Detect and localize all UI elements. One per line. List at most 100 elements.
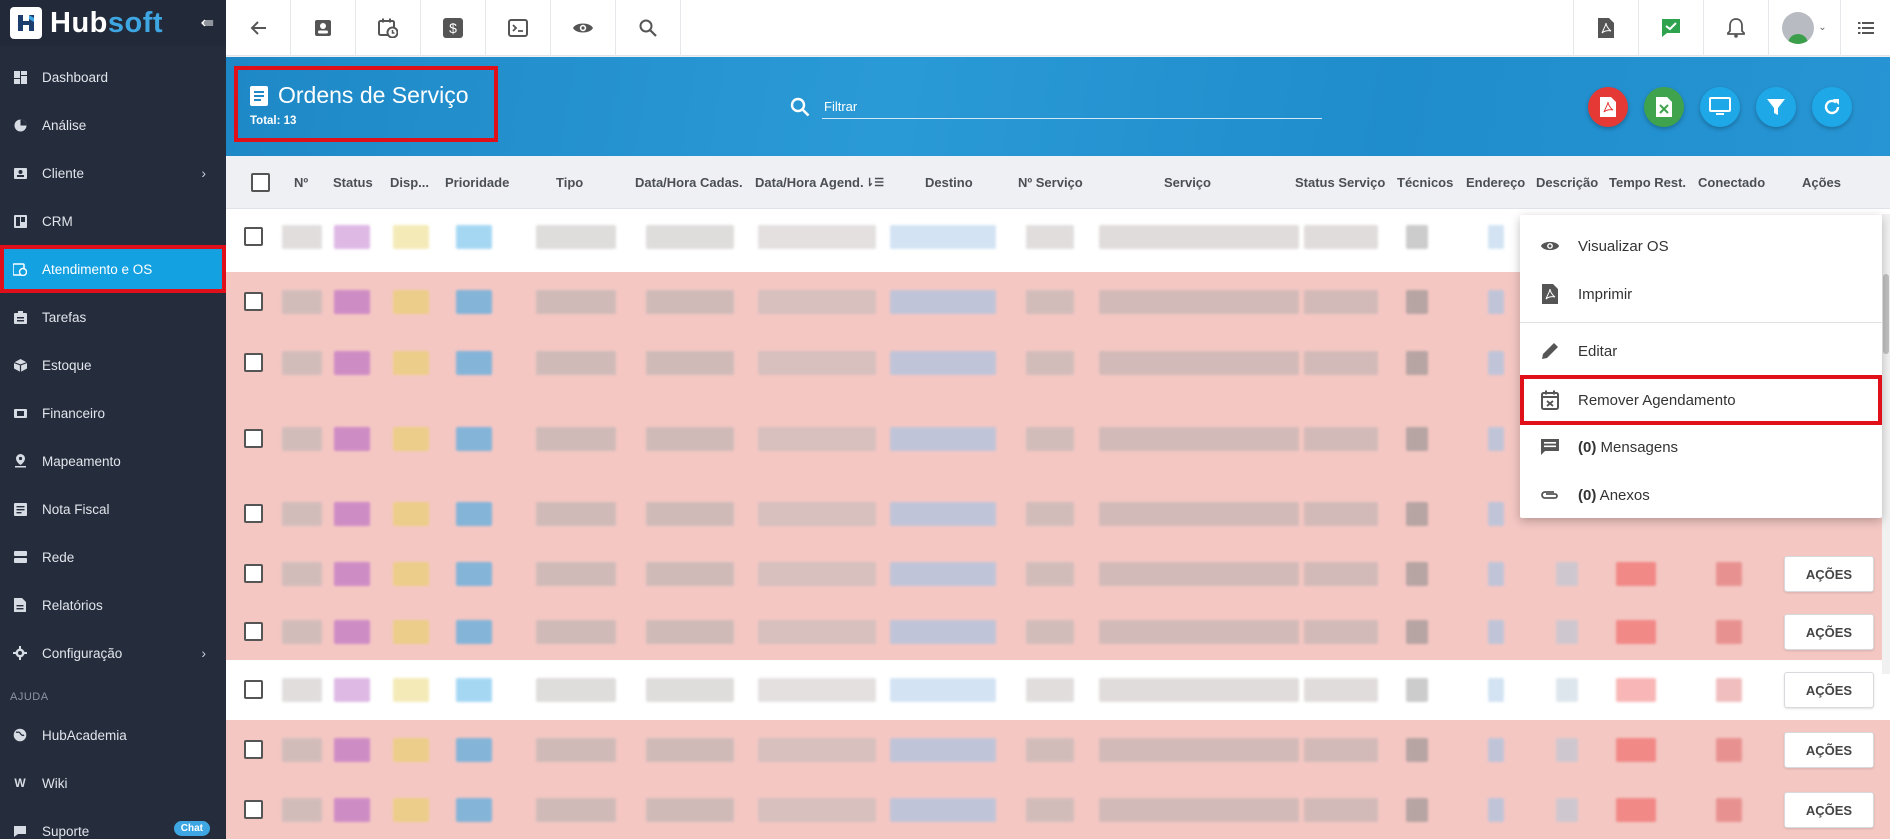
menu-item-editar[interactable]: Editar [1520, 328, 1882, 374]
row-checkbox[interactable] [244, 429, 263, 448]
app: Hubsoft ⇚ Dashboard Análise Cliente › CR… [0, 0, 1890, 839]
table-row[interactable]: AÇÕES [226, 604, 1890, 660]
display-mode-button[interactable] [1700, 87, 1740, 127]
search-icon [790, 97, 810, 117]
sidebar-item-suporte[interactable]: Suporte Chat [0, 807, 226, 839]
col-header-acoes[interactable]: Ações [1802, 175, 1841, 190]
row-checkbox[interactable] [244, 504, 263, 523]
row-actions-button[interactable]: AÇÕES [1784, 732, 1874, 768]
redacted-cell [456, 738, 492, 762]
redacted-cell [1616, 738, 1656, 762]
row-actions-button[interactable]: AÇÕES [1784, 614, 1874, 650]
view-shortcut-button[interactable] [551, 0, 616, 56]
back-button[interactable] [226, 0, 291, 56]
filter-button[interactable] [1756, 87, 1796, 127]
col-header-tecnicos[interactable]: Técnicos [1397, 175, 1453, 190]
more-options-button[interactable] [1840, 0, 1890, 56]
sidebar-item-rede[interactable]: Rede [0, 533, 226, 581]
tasks-check-button[interactable] [1638, 0, 1703, 56]
row-checkbox[interactable] [244, 292, 263, 311]
menu-item-remover-agendamento[interactable]: Remover Agendamento [1520, 375, 1882, 425]
sidebar-item-atendimento-os[interactable]: Atendimento e OS [0, 245, 226, 293]
redacted-cell [393, 798, 429, 822]
col-header-servico[interactable]: Serviço [1164, 175, 1211, 190]
row-checkbox[interactable] [244, 227, 263, 246]
table-scrollbar[interactable] [1882, 214, 1890, 674]
sidebar-item-label: Análise [42, 117, 87, 133]
table-row[interactable]: AÇÕES [226, 544, 1890, 604]
terminal-shortcut-button[interactable] [486, 0, 551, 56]
row-actions-button[interactable]: AÇÕES [1784, 672, 1874, 708]
sidebar-item-crm[interactable]: CRM [0, 197, 226, 245]
table-row[interactable]: AÇÕES [226, 720, 1890, 780]
redacted-cell [646, 562, 734, 586]
col-header-numero[interactable]: Nº [294, 175, 308, 190]
col-header-prioridade[interactable]: Prioridade [445, 175, 509, 190]
export-excel-button[interactable] [1644, 87, 1684, 127]
row-checkbox[interactable] [244, 622, 263, 641]
clients-shortcut-button[interactable] [291, 0, 356, 56]
redacted-cell [890, 798, 996, 822]
scrollbar-thumb[interactable] [1883, 274, 1889, 354]
sidebar-item-relatorios[interactable]: Relatórios [0, 581, 226, 629]
export-pdf-button[interactable] [1588, 87, 1628, 127]
col-header-status-servico[interactable]: Status Serviço [1295, 175, 1385, 190]
sidebar-item-mapeamento[interactable]: Mapeamento [0, 437, 226, 485]
select-all-checkbox[interactable] [251, 173, 270, 192]
col-header-disp[interactable]: Disp... [390, 175, 429, 190]
redacted-cell [758, 738, 876, 762]
sidebar-item-dashboard[interactable]: Dashboard [0, 53, 226, 101]
service-orders-shortcut-button[interactable] [356, 0, 421, 56]
col-header-status[interactable]: Status [333, 175, 373, 190]
sidebar-item-nota-fiscal[interactable]: Nota Fiscal [0, 485, 226, 533]
col-header-tipo[interactable]: Tipo [556, 175, 583, 190]
sort-icon[interactable]: ⇂☰ [865, 176, 884, 189]
notifications-button[interactable] [1703, 0, 1768, 56]
row-checkbox[interactable] [244, 800, 263, 819]
redacted-cell [646, 351, 734, 375]
menu-item-imprimir[interactable]: Imprimir [1520, 271, 1882, 317]
sidebar-item-analise[interactable]: Análise [0, 101, 226, 149]
finance-shortcut-button[interactable]: $ [421, 0, 486, 56]
search-shortcut-button[interactable] [616, 0, 681, 56]
collapse-sidebar-icon[interactable]: ⇚ [201, 13, 214, 33]
menu-item-visualizar-os[interactable]: Visualizar OS [1520, 223, 1882, 269]
row-checkbox[interactable] [244, 740, 263, 759]
row-actions-button[interactable]: AÇÕES [1784, 556, 1874, 592]
redacted-cell [1488, 290, 1504, 314]
sidebar-item-wiki[interactable]: W Wiki [0, 759, 226, 807]
row-checkbox[interactable] [244, 564, 263, 583]
col-header-endereco[interactable]: Endereço [1466, 175, 1525, 190]
redacted-cell [1304, 738, 1378, 762]
sidebar-item-tarefas[interactable]: Tarefas [0, 293, 226, 341]
col-header-descricao[interactable]: Descrição [1536, 175, 1598, 190]
sidebar-item-cliente[interactable]: Cliente › [0, 149, 226, 197]
table-row[interactable]: AÇÕES [226, 780, 1890, 839]
page-header: Ordens de Serviço Total: 13 [226, 57, 1890, 156]
menu-item-anexos[interactable]: (0) Anexos [1520, 472, 1882, 518]
refresh-button[interactable] [1812, 87, 1852, 127]
col-header-numero-servico[interactable]: Nº Serviço [1018, 175, 1083, 190]
col-header-conectado[interactable]: Conectado [1698, 175, 1765, 190]
hubsoft-logo[interactable] [10, 7, 42, 39]
redacted-cell [1026, 290, 1074, 314]
redacted-cell [1304, 225, 1378, 249]
sidebar-item-hubacademia[interactable]: HubAcademia [0, 711, 226, 759]
menu-divider [1520, 322, 1882, 323]
row-checkbox[interactable] [244, 353, 263, 372]
sidebar-item-estoque[interactable]: Estoque [0, 341, 226, 389]
col-header-data-cadas[interactable]: Data/Hora Cadas. [635, 175, 743, 190]
sidebar-item-financeiro[interactable]: Financeiro [0, 389, 226, 437]
row-checkbox[interactable] [244, 680, 263, 699]
col-header-data-agend[interactable]: Data/Hora Agend. [755, 175, 864, 190]
sidebar-item-configuracao[interactable]: Configuração › [0, 629, 226, 677]
row-actions-button[interactable]: AÇÕES [1784, 792, 1874, 828]
pdf-icon [1598, 17, 1614, 38]
user-menu-button[interactable]: ⌄ [1768, 0, 1840, 56]
filter-input[interactable] [822, 95, 1322, 119]
col-header-destino[interactable]: Destino [925, 175, 973, 190]
col-header-tempo-rest[interactable]: Tempo Rest. [1609, 175, 1686, 190]
table-row[interactable]: AÇÕES [226, 660, 1890, 720]
pdf-button[interactable] [1573, 0, 1638, 56]
menu-item-mensagens[interactable]: (0) Mensagens [1520, 424, 1882, 470]
